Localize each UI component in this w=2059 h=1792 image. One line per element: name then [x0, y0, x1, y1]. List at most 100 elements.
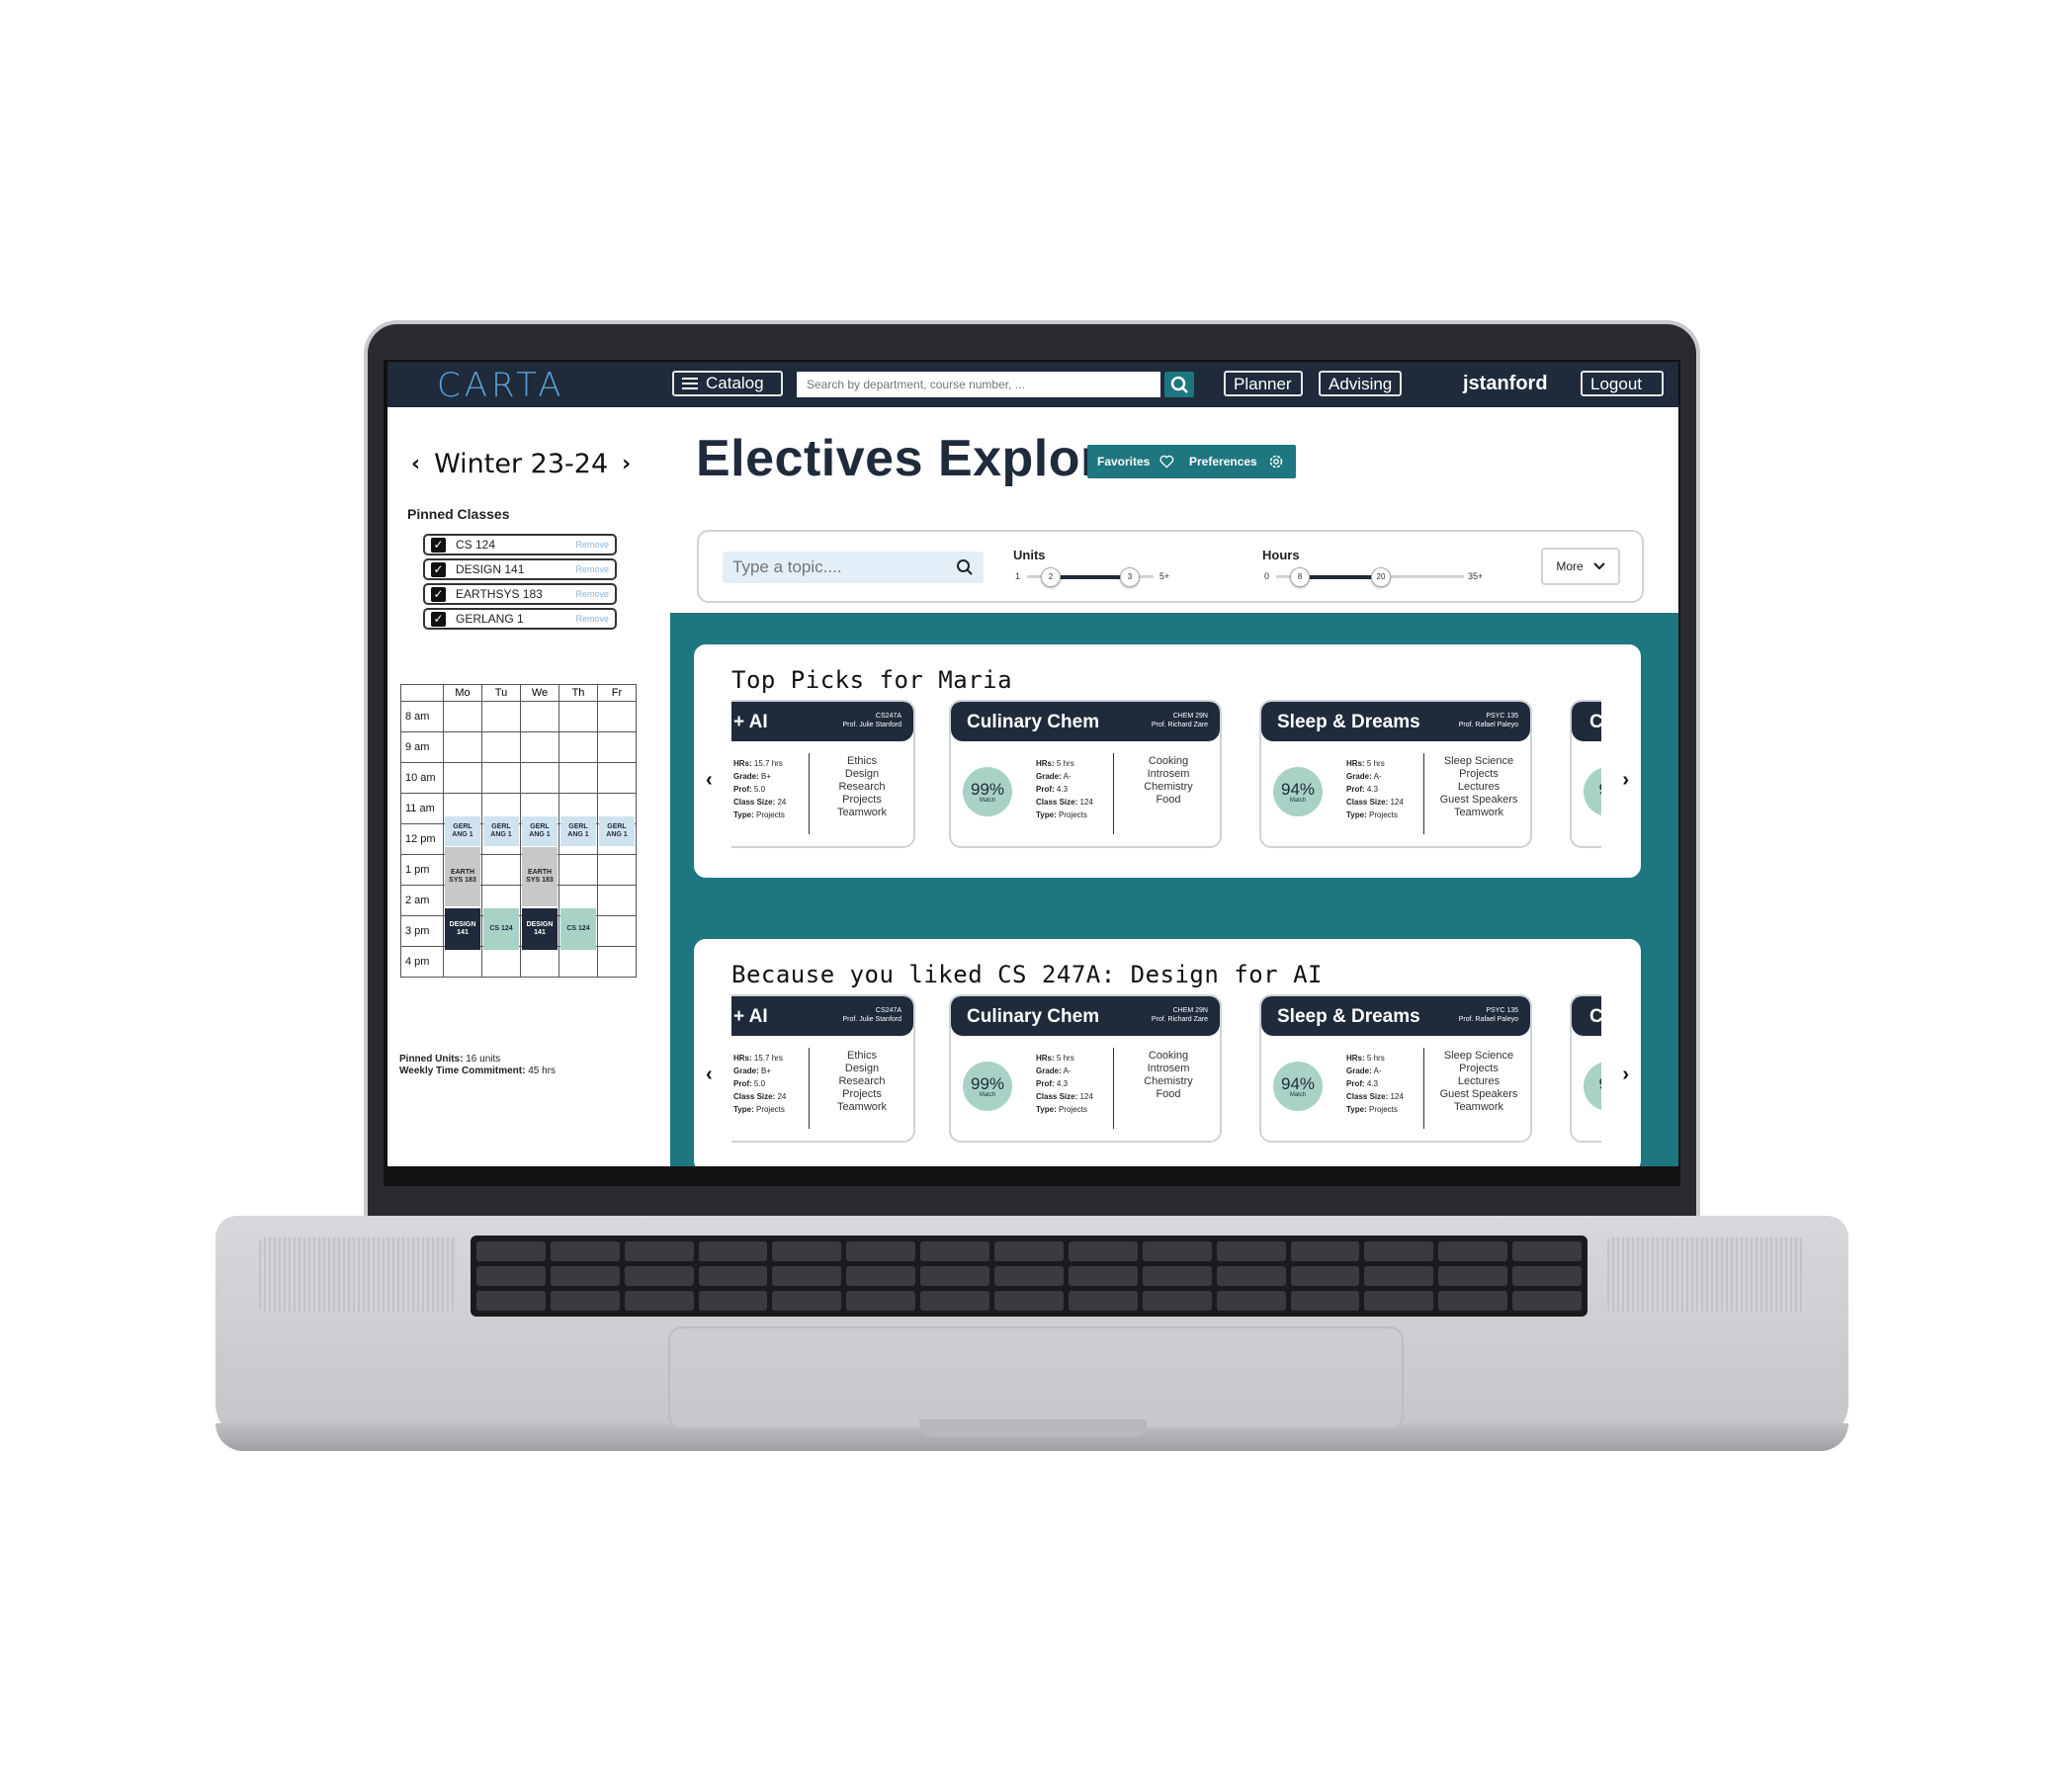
chevron-left-icon[interactable]: ‹ [411, 452, 420, 476]
hours-selected-range [1298, 575, 1379, 579]
course-number: PSYC 135 [1486, 1007, 1518, 1014]
username[interactable]: jstanford [1463, 373, 1548, 395]
course-professor: Prof. Rafael Paleyo [1458, 1016, 1518, 1023]
schedule-event-gerlang[interactable]: GERL ANG 1 [445, 816, 480, 846]
type-value: Projects [755, 811, 785, 819]
type-value: Projects [1058, 1105, 1087, 1114]
tag: Projects [842, 1088, 882, 1100]
hrs-value: 5 hrs [1056, 759, 1074, 768]
check-icon[interactable]: ✓ [431, 561, 446, 577]
remove-link[interactable]: Remove [575, 589, 609, 599]
hrs-value: 5 hrs [1366, 1054, 1385, 1063]
carta-logo[interactable]: CARTA [437, 366, 565, 405]
units-min: 1 [1015, 571, 1021, 581]
chevron-left-icon[interactable]: ‹ [706, 1064, 713, 1086]
schedule-event-design[interactable]: DESIGN 141 [445, 908, 480, 950]
favorites-button[interactable]: Favorites [1087, 445, 1184, 478]
laptop-trackpad [668, 1326, 1404, 1429]
schedule-event-gerlang[interactable]: GERL ANG 1 [483, 816, 519, 846]
schedule-event-gerlang[interactable]: GERL ANG 1 [599, 816, 635, 846]
course-card[interactable]: Ca 94 Ma [1570, 700, 1601, 848]
course-professor: Prof. Julie Stanford [842, 722, 901, 728]
course-professor: Prof. Richard Zare [1151, 722, 1208, 728]
search-icon[interactable] [956, 558, 974, 576]
course-tags: Cooking Introsem Chemistry Food [1119, 1050, 1218, 1101]
hours-low-handle[interactable]: 8 [1290, 567, 1310, 587]
units-low-handle[interactable]: 2 [1041, 567, 1061, 587]
menu-icon [682, 378, 698, 389]
course-name: Ca [1589, 712, 1601, 733]
favorites-label: Favorites [1097, 455, 1151, 469]
tag: Research [838, 1075, 886, 1087]
topic-search-input[interactable] [723, 552, 984, 583]
grade-value: B+ [761, 772, 772, 781]
planner-button[interactable]: Planner [1224, 371, 1303, 396]
schedule-event-gerlang[interactable]: GERL ANG 1 [522, 816, 558, 846]
class-size-label: Class Size: [733, 798, 776, 807]
course-card[interactable]: Sleep & Dreams PSYC 135 Prof. Rafael Pale… [1259, 700, 1532, 848]
weekly-commitment-label: Weekly Time Commitment: [399, 1066, 526, 1076]
search-button[interactable] [1164, 372, 1194, 397]
chevron-right-icon[interactable]: › [622, 452, 631, 476]
class-size-label: Class Size: [1346, 1092, 1389, 1101]
type-value: Projects [1368, 811, 1398, 819]
tag: Cooking [1148, 755, 1189, 767]
course-card[interactable]: + AI CS247A Prof. Julie Stanford HRs: 15.… [731, 700, 915, 848]
remove-link[interactable]: Remove [575, 564, 609, 574]
tag: Sleep Science [1443, 1050, 1514, 1062]
more-filters-button[interactable]: More [1541, 548, 1620, 585]
course-code: CHEM 29N Prof. Richard Zare [1152, 712, 1208, 729]
hours-high-handle[interactable]: 20 [1371, 567, 1391, 587]
chevron-right-icon[interactable]: › [1622, 1064, 1629, 1086]
chevron-right-icon[interactable]: › [1622, 769, 1629, 792]
prof-rating-value: 4.3 [1056, 785, 1069, 794]
units-high-handle[interactable]: 3 [1120, 567, 1140, 587]
course-card[interactable]: + AI CS247A Prof. Julie Stanford HRs: 15.… [731, 994, 915, 1143]
schedule-event-design[interactable]: DESIGN 141 [522, 908, 558, 950]
match-percent: 94 [1599, 781, 1601, 798]
course-tags: Ethics Design Research Projects Teamwork [813, 1050, 911, 1114]
course-card[interactable]: Culinary Chem CHEM 29N Prof. Richard Zare… [949, 700, 1222, 848]
check-icon[interactable]: ✓ [431, 537, 446, 553]
section-title: Because you liked CS 247A: Design for AI [731, 961, 1323, 988]
remove-link[interactable]: Remove [575, 540, 609, 550]
type-label: Type: [733, 811, 754, 819]
preferences-label: Preferences [1189, 455, 1257, 469]
course-card[interactable]: Ca 94 Ma [1570, 994, 1601, 1143]
grade-value: A- [1373, 772, 1382, 781]
check-icon[interactable]: ✓ [431, 611, 446, 627]
hours-label: Hours [1262, 548, 1300, 562]
remove-link[interactable]: Remove [575, 614, 609, 624]
check-icon[interactable]: ✓ [431, 586, 446, 602]
course-card[interactable]: Culinary Chem CHEM 29N Prof. Richard Zare… [949, 994, 1222, 1143]
prof-rating-label: Prof: [733, 785, 752, 794]
course-card[interactable]: Sleep & Dreams PSYC 135 Prof. Rafael Pale… [1259, 994, 1532, 1143]
course-stats: HRs: 5 hrs Grade: A- Prof: 4.3 Class Siz… [1346, 1052, 1404, 1116]
logout-button[interactable]: Logout [1581, 371, 1664, 396]
course-name: Ca [1589, 1006, 1601, 1028]
schedule-event-gerlang[interactable]: GERL ANG 1 [560, 816, 596, 846]
match-percent: 99% [970, 1073, 1005, 1093]
type-label: Type: [1036, 811, 1057, 819]
course-tags: Ethics Design Research Projects Teamwork [813, 755, 911, 819]
schedule-summary: Pinned Units: 16 units Weekly Time Commi… [399, 1054, 556, 1077]
pinned-classes-list: ✓ CS 124 Remove ✓ DESIGN 141 Remove ✓ EA… [423, 534, 617, 633]
term-label: Winter 23-24 [434, 449, 609, 479]
schedule-event-cs[interactable]: CS 124 [483, 908, 519, 950]
catalog-button[interactable]: Catalog [672, 371, 783, 396]
schedule-event-cs[interactable]: CS 124 [560, 908, 596, 950]
heart-icon [1159, 455, 1174, 469]
tag: Food [1156, 794, 1181, 806]
prof-rating-label: Prof: [733, 1079, 752, 1088]
preferences-button[interactable]: Preferences [1179, 445, 1296, 478]
advising-button[interactable]: Advising [1319, 371, 1402, 396]
chevron-left-icon[interactable]: ‹ [706, 769, 713, 792]
prof-rating-label: Prof: [1036, 785, 1055, 794]
recommendations-area: Top Picks for Maria ‹ › + AI CS247A Prof.… [670, 613, 1678, 1166]
catalog-search-input[interactable] [797, 372, 1160, 397]
match-percent: 94 [1599, 1075, 1601, 1092]
tag: Cooking [1148, 1050, 1189, 1062]
page-title: Electives Explorer [696, 430, 1151, 487]
tag: Projects [1459, 768, 1499, 780]
tag: Ethics [847, 755, 877, 767]
